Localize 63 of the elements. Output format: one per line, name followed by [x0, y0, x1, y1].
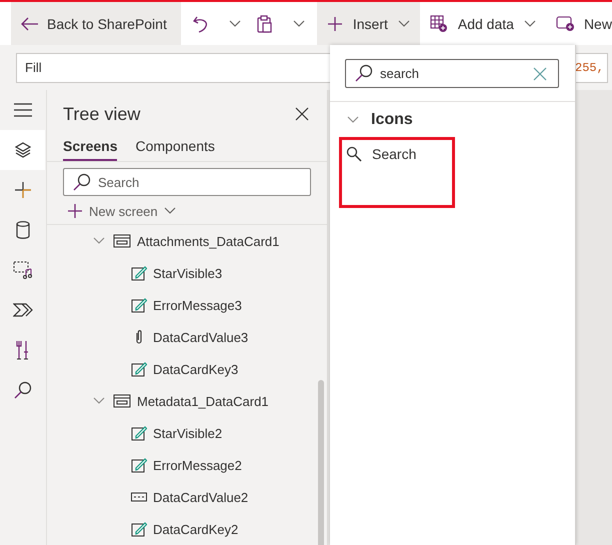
close-icon — [295, 107, 309, 121]
chevron-icon — [347, 116, 359, 124]
card-icon — [113, 234, 131, 248]
table-add-icon — [430, 14, 448, 32]
tools-icon — [16, 340, 30, 360]
tree-item[interactable]: Attachments_DataCard1 — [47, 225, 327, 257]
pencil-icon — [131, 425, 147, 441]
tree-item[interactable]: StarVisible2 — [47, 417, 327, 449]
chevron-icon — [93, 397, 105, 405]
tree-item[interactable]: DataCardValue3 — [47, 321, 327, 353]
undo-icon — [192, 14, 209, 32]
toolbar-button[interactable]: Add data — [420, 2, 546, 45]
search-icon — [73, 173, 91, 191]
tree-item[interactable]: DataCardKey2 — [47, 513, 327, 545]
search-icon — [355, 64, 373, 82]
chevron-down-icon — [292, 20, 305, 28]
pencil-icon — [131, 265, 147, 281]
clipboard-icon — [256, 14, 273, 32]
screen-add-icon — [556, 16, 574, 32]
back-arrow-icon — [21, 16, 39, 30]
plus-icon — [326, 16, 343, 32]
toolbar-button[interactable]: New — [546, 2, 612, 45]
rail-button[interactable] — [0, 130, 45, 170]
insert-item[interactable]: Search — [339, 137, 455, 208]
chevron-down-icon — [164, 207, 176, 215]
card-icon — [113, 394, 131, 408]
chevron-down-icon — [228, 20, 241, 28]
plus-icon — [14, 181, 32, 199]
tree-item[interactable]: ErrorMessage2 — [47, 449, 327, 481]
group-header[interactable]: Icons — [347, 110, 575, 130]
panel-title: Tree view — [63, 104, 140, 124]
magnifier-icon — [346, 146, 362, 162]
chevrons-icon — [12, 302, 32, 318]
tree-item[interactable]: ErrorMessage3 — [47, 289, 327, 321]
toolbar-button[interactable]: Insert — [316, 2, 420, 45]
pencil-icon — [131, 361, 147, 377]
layers-icon — [14, 141, 32, 159]
pencil-icon — [131, 297, 147, 313]
tree-item[interactable]: DataCardValue2 — [47, 481, 327, 513]
pencil-icon — [131, 457, 147, 473]
back-button[interactable]: Back to SharePoint — [11, 2, 181, 45]
search-icon — [14, 381, 32, 399]
database-icon — [16, 221, 30, 239]
tree-item[interactable]: Metadata1_DataCard1 — [47, 385, 327, 417]
media-icon — [12, 261, 32, 279]
search-field[interactable]: search — [345, 59, 559, 88]
chevron-icon — [93, 237, 105, 245]
clear-icon[interactable] — [533, 67, 547, 81]
chevron-down-icon — [524, 20, 536, 28]
pencil-icon — [131, 521, 147, 537]
formula-field[interactable]: 255, — [574, 52, 608, 82]
property-field[interactable]: Fill — [16, 52, 330, 82]
close-button[interactable] — [295, 107, 309, 121]
new-screen-button[interactable]: New screen — [67, 200, 176, 222]
plus-icon — [67, 203, 83, 219]
tab[interactable]: Components — [135, 134, 215, 161]
tab[interactable]: Screens — [63, 134, 118, 161]
tree-item[interactable]: StarVisible3 — [47, 257, 327, 289]
search-field[interactable]: Search — [63, 168, 311, 196]
chevron-down-icon — [398, 20, 410, 28]
menu-icon — [14, 103, 32, 117]
tree-item[interactable]: DataCardKey3 — [47, 353, 327, 385]
scrollbar[interactable] — [318, 380, 324, 545]
